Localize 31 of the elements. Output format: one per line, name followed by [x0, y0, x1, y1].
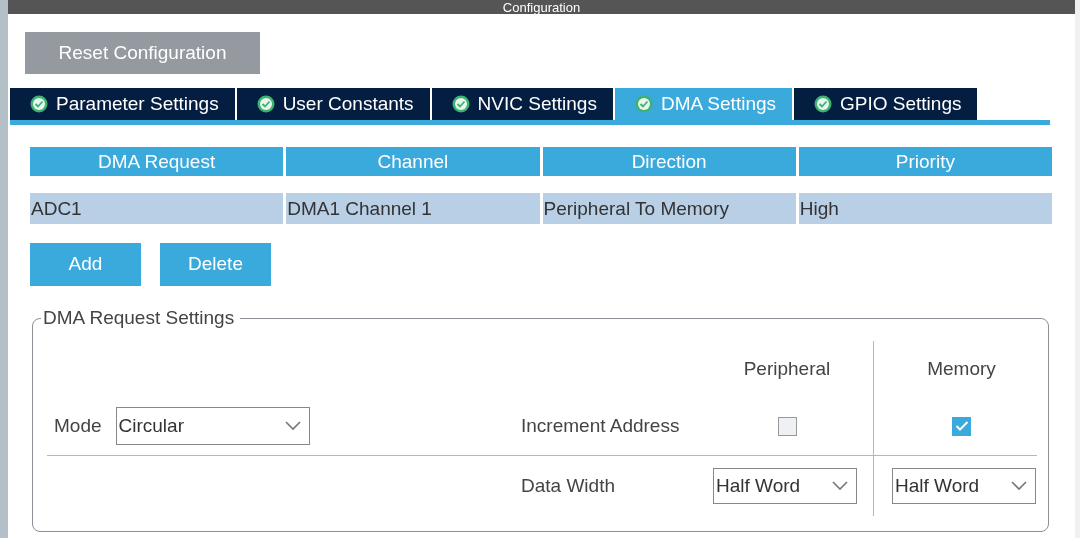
table-cell[interactable]: High [798, 193, 1052, 224]
column-header: Channel [286, 147, 540, 176]
column-label: Peripheral [743, 356, 831, 381]
table-cell[interactable]: DMA1 Channel 1 [286, 193, 540, 224]
checkbox[interactable] [952, 416, 971, 436]
tab[interactable]: Parameter Settings [10, 88, 235, 120]
width-select[interactable]: Half Word [892, 468, 1036, 504]
column-label: Memory [927, 356, 996, 381]
chevron-down-icon [832, 481, 848, 491]
window-title: Configuration [502, 1, 581, 14]
field-label: Increment Address [521, 413, 680, 438]
chevron-down-icon [1011, 481, 1027, 491]
check-circle-icon [256, 95, 275, 113]
table-cell[interactable]: Peripheral To Memory [542, 193, 796, 224]
column-header: Direction [542, 147, 796, 176]
tab[interactable]: GPIO Settings [794, 88, 978, 120]
check-circle-icon [30, 95, 48, 113]
tab[interactable]: User Constants [236, 88, 430, 120]
column-header: DMA Request [30, 147, 284, 176]
mode-select[interactable]: Circular [115, 407, 310, 445]
tab[interactable]: NVIC Settings [431, 88, 613, 120]
table-cell[interactable]: ADC1 [30, 193, 284, 224]
checkbox[interactable] [777, 416, 797, 436]
field-label: Mode [54, 413, 102, 438]
check-circle-icon [451, 95, 470, 113]
check-circle-icon [634, 95, 653, 113]
chevron-down-icon [284, 421, 301, 431]
field-label: Data Width [521, 473, 615, 498]
width-select[interactable]: Half Word [713, 468, 857, 504]
column-header: Priority [798, 147, 1052, 176]
check-circle-icon [814, 95, 833, 113]
